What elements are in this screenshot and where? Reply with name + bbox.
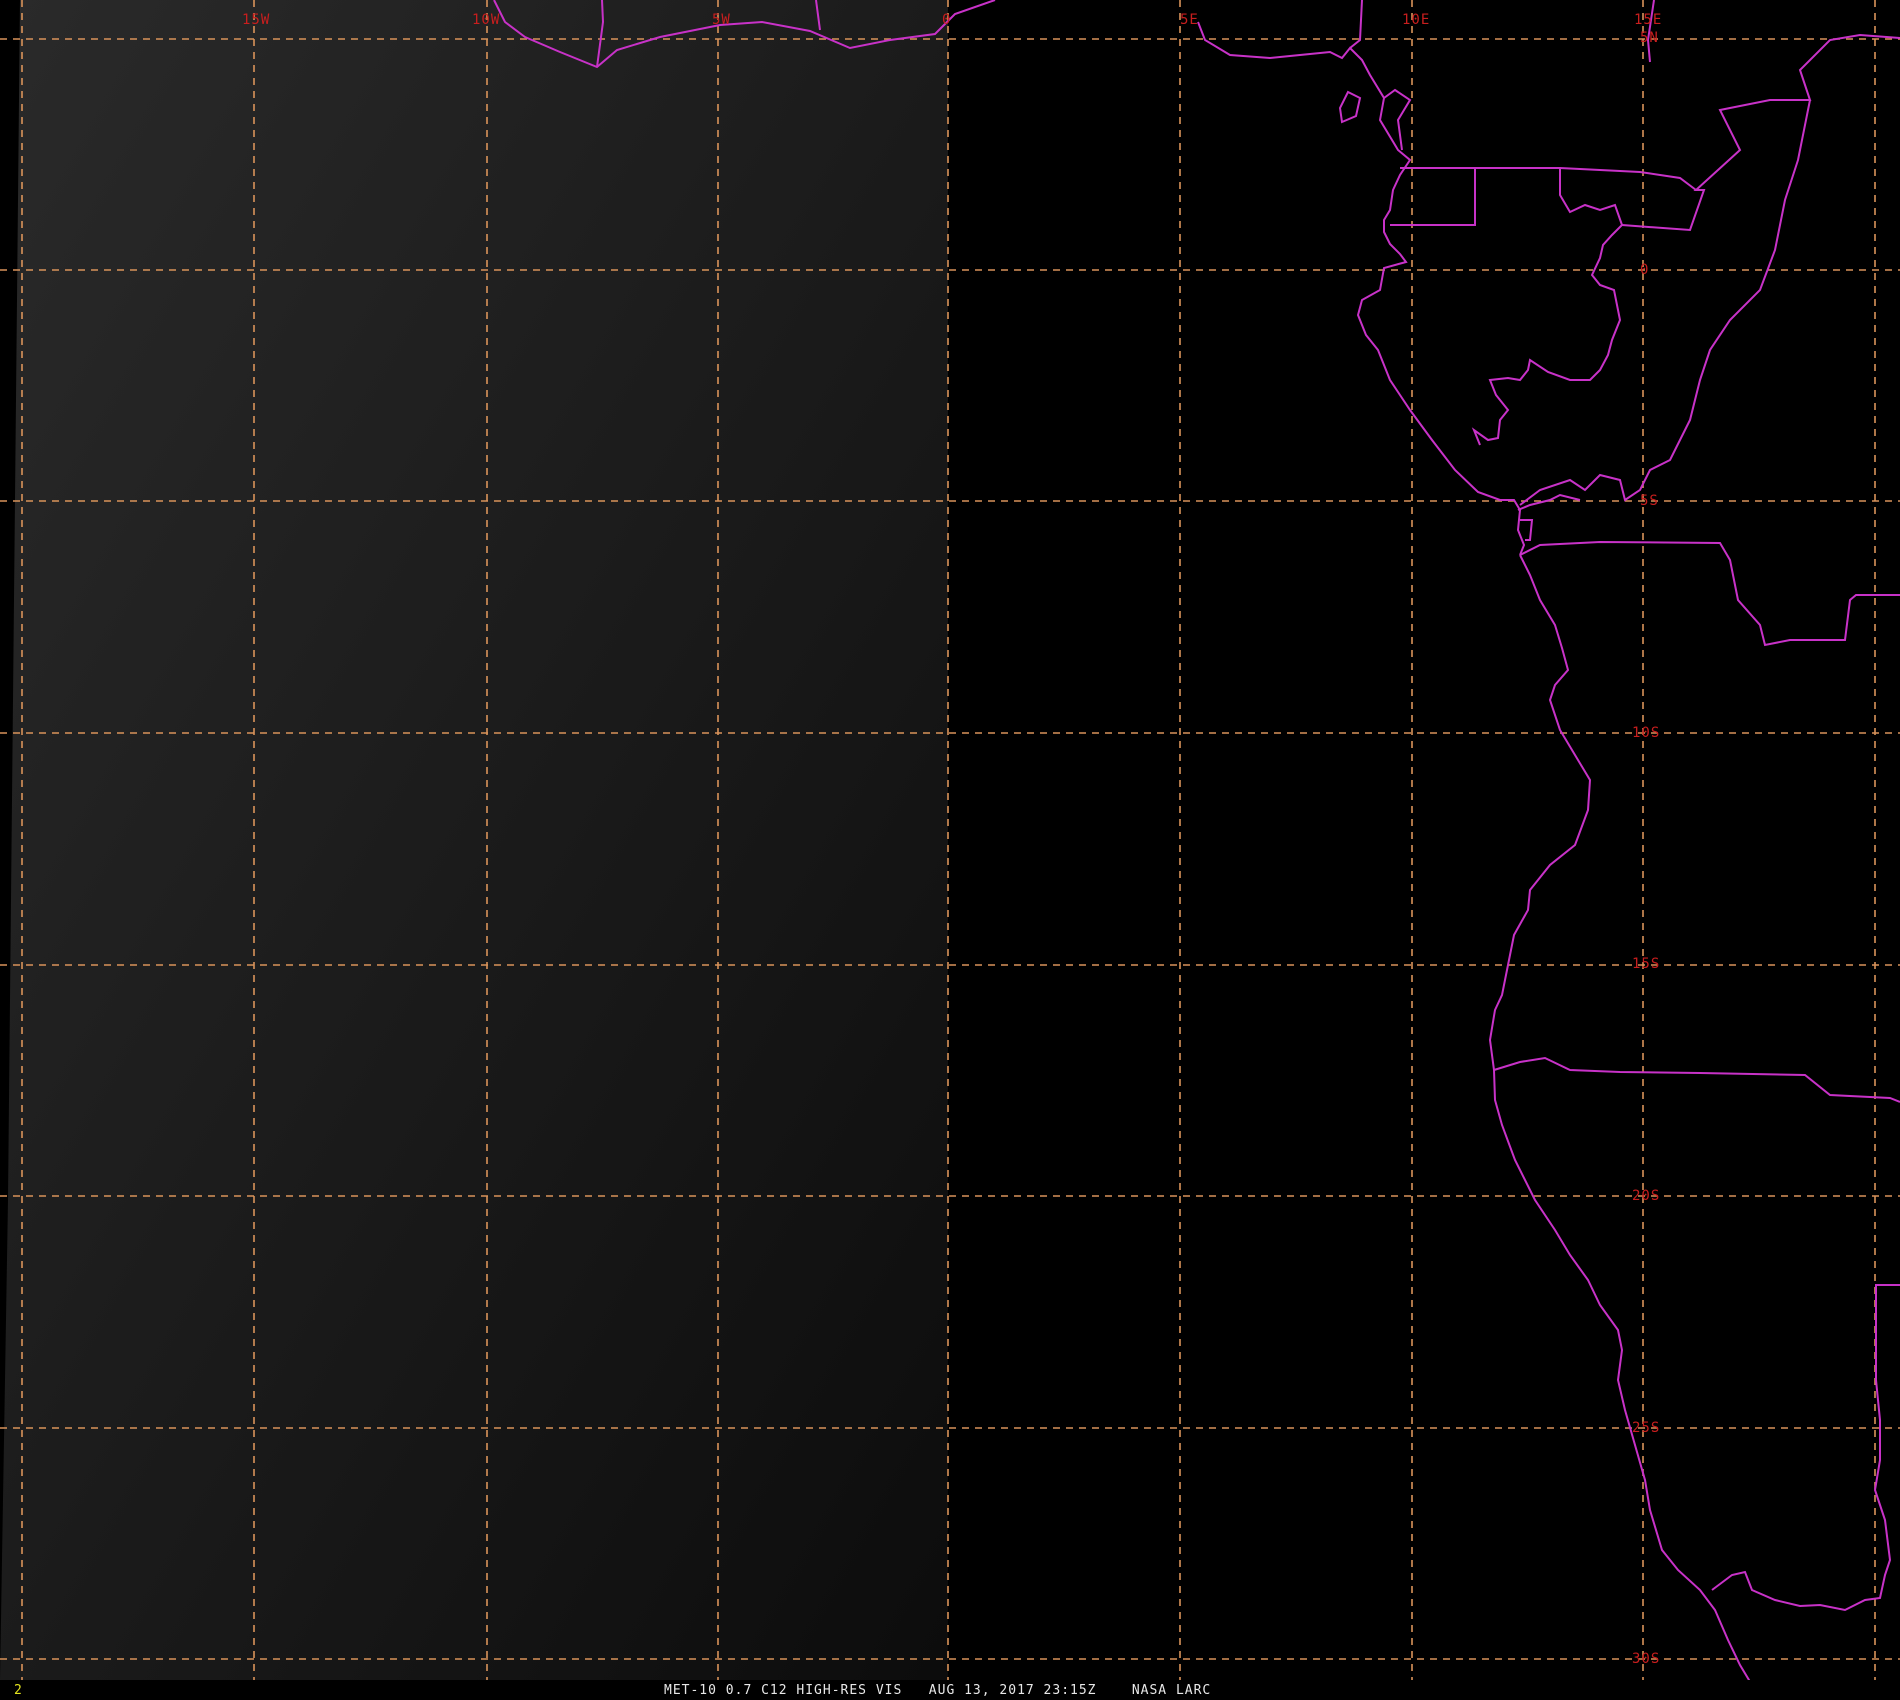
latitude-label: 5N	[1640, 30, 1659, 46]
country-border	[1621, 33, 1900, 232]
country-border	[1471, 168, 1624, 446]
longitude-label: 10W	[472, 12, 500, 28]
longitude-label: 10E	[1402, 12, 1430, 28]
map-canvas: 15W 10W 5W 0 5E 10E 15E 5N 0 5S 10S 15S …	[0, 0, 1900, 1680]
country-border	[1390, 167, 1476, 226]
angola-coastline	[1488, 554, 1592, 1071]
latitude-label: 25S	[1632, 1420, 1660, 1436]
longitude-label: 5W	[712, 12, 731, 28]
latitude-label: 5S	[1640, 493, 1659, 509]
frame-number: 2	[14, 1683, 22, 1698]
country-border	[1493, 1056, 1900, 1103]
congo-river-border	[1519, 99, 1811, 506]
latitude-label: 20S	[1632, 1188, 1660, 1204]
longitude-label: 15E	[1634, 12, 1662, 28]
latitude-label: 10S	[1632, 725, 1660, 741]
country-border	[1349, 0, 1363, 49]
latitude-labels: 5N 0 5S 10S 15S 20S 25S 30S	[1632, 30, 1660, 1667]
country-border	[1383, 88, 1412, 151]
central-africa-coastline	[1197, 21, 1526, 556]
country-border	[1711, 1284, 1900, 1612]
latitude-label: 0	[1640, 262, 1649, 278]
namibia-coastline	[1493, 1069, 1751, 1680]
longitude-label: 0	[942, 12, 951, 28]
country-border	[1475, 167, 1697, 191]
latitude-label: 30S	[1632, 1651, 1660, 1667]
longitude-label: 15W	[242, 12, 270, 28]
satellite-image: 15W 10W 5W 0 5E 10E 15E 5N 0 5S 10S 15S …	[0, 0, 1900, 1700]
latitude-label: 15S	[1632, 956, 1660, 972]
country-border	[1519, 540, 1900, 647]
country-border	[1517, 493, 1581, 511]
image-caption: MET-10 0.7 C12 HIGH-RES VIS AUG 13, 2017…	[664, 1683, 1212, 1698]
longitude-label: 5E	[1180, 12, 1199, 28]
bioko-island	[1338, 90, 1362, 124]
